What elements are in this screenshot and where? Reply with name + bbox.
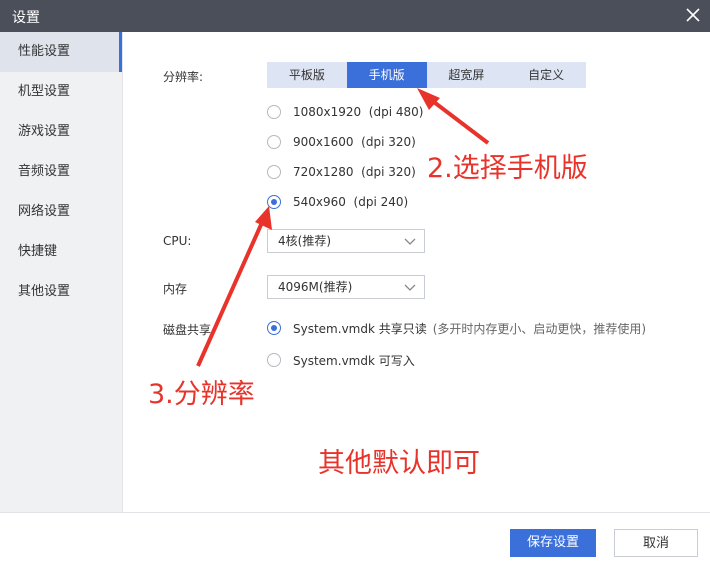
tab-custom[interactable]: 自定义 [506,62,586,88]
resolution-option[interactable]: 540x960 (dpi 240) [267,192,408,212]
chevron-down-icon [404,238,416,245]
tab-ultrawide[interactable]: 超宽屏 [427,62,507,88]
disk-option[interactable]: System.vmdk 可写入 [267,350,415,370]
memory-label: 内存 [163,282,188,296]
disk-option[interactable]: System.vmdk 共享只读 (多开时内存更小、启动更快，推荐使用) [267,318,646,338]
sidebar-item-label: 音频设置 [18,164,71,179]
footer-bar: 保存设置 取消 [0,512,710,566]
sidebar-item-label: 网络设置 [18,204,71,219]
sidebar-item-label: 性能设置 [18,44,71,59]
sidebar-item-device-model[interactable]: 机型设置 [0,72,122,112]
radio-button-checked[interactable] [267,321,281,335]
sidebar-item-audio[interactable]: 音频设置 [0,152,122,192]
cpu-label: CPU: [163,234,192,248]
radio-button[interactable] [267,165,281,179]
sidebar-item-shortcuts[interactable]: 快捷键 [0,232,122,272]
resolution-option-label: 1080x1920 (dpi 480) [293,105,424,119]
sidebar-item-label: 游戏设置 [18,124,71,139]
resolution-option[interactable]: 900x1600 (dpi 320) [267,132,416,152]
sidebar-item-game[interactable]: 游戏设置 [0,112,122,152]
cpu-select[interactable]: 4核(推荐) [267,229,425,253]
title-bar: 设置 [0,0,710,32]
disk-option-label: System.vmdk 可写入 [293,353,415,368]
annotation-step2: 2.选择手机版 [427,153,588,184]
resolution-option-label: 900x1600 (dpi 320) [293,135,416,149]
cancel-button[interactable]: 取消 [614,529,698,557]
settings-panel: 分辨率: 平板版 手机版 超宽屏 自定义 1080x1920 (dpi 480)… [123,32,710,512]
sidebar-item-other[interactable]: 其他设置 [0,272,122,312]
close-icon[interactable] [684,6,702,24]
radio-button[interactable] [267,105,281,119]
resolution-option-label: 720x1280 (dpi 320) [293,165,416,179]
radio-button-checked[interactable] [267,195,281,209]
tab-phone[interactable]: 手机版 [346,62,427,88]
radio-button[interactable] [267,353,281,367]
save-button[interactable]: 保存设置 [510,529,596,557]
tab-tablet[interactable]: 平板版 [267,62,347,88]
chevron-down-icon [404,284,416,291]
disk-option-hint: (多开时内存更小、启动更快，推荐使用) [432,321,647,336]
cpu-value: 4核(推荐) [278,234,331,248]
disk-option-label: System.vmdk 共享只读 [293,321,427,336]
sidebar-item-label: 快捷键 [18,244,58,259]
memory-select[interactable]: 4096M(推荐) [267,275,425,299]
radio-button[interactable] [267,135,281,149]
resolution-option[interactable]: 1080x1920 (dpi 480) [267,102,423,122]
resolution-mode-tabs: 平板版 手机版 超宽屏 自定义 [267,62,586,88]
window-title: 设置 [12,10,40,26]
disk-share-label: 磁盘共享 [163,323,212,337]
resolution-option-label: 540x960 (dpi 240) [293,195,409,209]
resolution-option[interactable]: 720x1280 (dpi 320) [267,162,416,182]
annotation-step3: 3.分辨率 [148,379,255,410]
sidebar-item-label: 机型设置 [18,84,71,99]
annotation-note: 其他默认即可 [318,448,480,479]
memory-value: 4096M(推荐) [278,280,353,294]
sidebar-item-network[interactable]: 网络设置 [0,192,122,232]
sidebar: 性能设置 机型设置 游戏设置 音频设置 网络设置 快捷键 其他设置 [0,32,123,512]
sidebar-item-performance[interactable]: 性能设置 [0,32,122,72]
resolution-label: 分辨率: [163,70,204,84]
sidebar-item-label: 其他设置 [18,284,71,299]
